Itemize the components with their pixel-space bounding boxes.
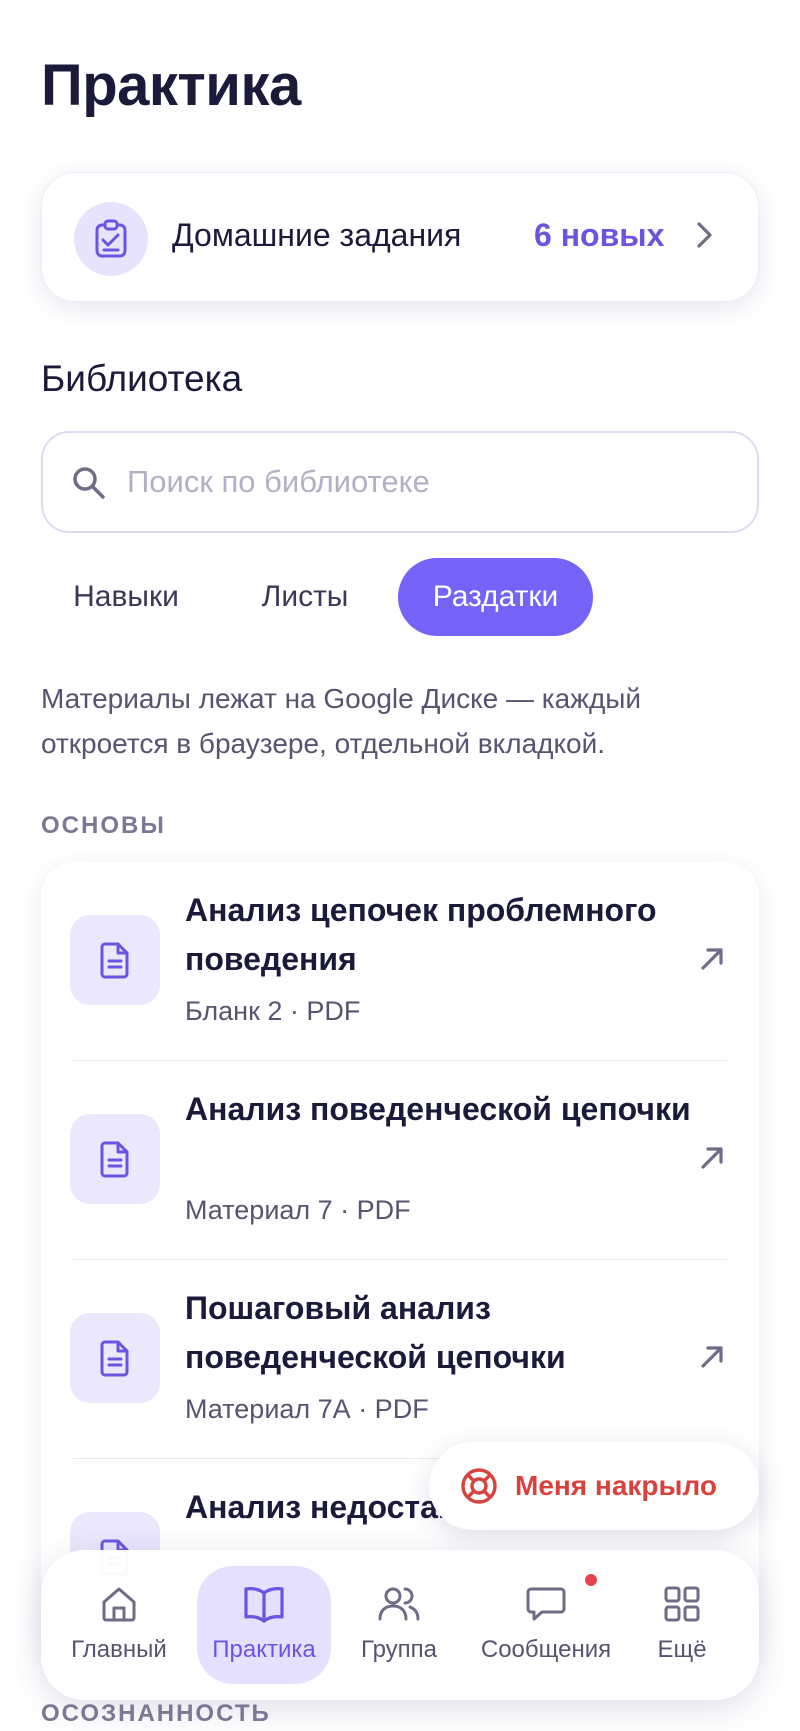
handouts-list: Анализ цепочек проблемного поведения Бла…	[41, 862, 759, 1662]
panic-button-label: Меня накрыло	[515, 1470, 717, 1501]
library-search	[41, 431, 759, 533]
external-link-icon	[699, 1145, 725, 1176]
document-icon	[70, 1313, 160, 1403]
chat-icon	[525, 1574, 597, 1628]
item-title: Пошаговый анализ поведенческой цепочки	[185, 1290, 566, 1375]
homework-card[interactable]: Домашние задания 6 новых	[41, 172, 759, 302]
nav-label: Ещё	[657, 1636, 707, 1663]
tab-skills[interactable]: Навыки	[41, 558, 211, 636]
homework-label: Домашние задания	[172, 217, 462, 253]
home-icon	[99, 1580, 139, 1628]
nav-label: Сообщения	[480, 1636, 612, 1663]
clipboard-check-icon	[74, 202, 148, 276]
users-icon	[377, 1580, 421, 1628]
book-icon	[242, 1580, 286, 1628]
bottom-nav: Главный Практика Группа Сообщения Ещё	[41, 1550, 759, 1700]
panic-button[interactable]: Меня накрыло	[429, 1442, 759, 1530]
nav-label: Главный	[71, 1636, 167, 1663]
nav-item-messages[interactable]: Сообщения	[466, 1566, 626, 1684]
library-title: Библиотека	[41, 358, 243, 399]
item-title: Анализ цепочек проблемного поведения	[185, 892, 657, 977]
item-title: Анализ поведенческой цепочки	[185, 1091, 691, 1127]
nav-item-group[interactable]: Группа	[332, 1566, 466, 1684]
nav-label: Группа	[360, 1636, 438, 1663]
external-link-icon	[699, 1344, 725, 1375]
document-icon	[70, 1114, 160, 1204]
section-label-mindfulness: ОСОЗНАННОСТЬ	[41, 1700, 271, 1727]
chevron-right-icon	[694, 219, 714, 256]
item-meta: Материал 7 · PDF	[185, 1195, 411, 1225]
list-item[interactable]: Пошаговый анализ поведенческой цепочки М…	[41, 1260, 759, 1459]
external-link-icon	[699, 946, 725, 977]
list-item[interactable]: Анализ цепочек проблемного поведения Бла…	[41, 862, 759, 1061]
grid-icon	[662, 1580, 702, 1628]
nav-item-home[interactable]: Главный	[52, 1566, 186, 1684]
lifebuoy-icon	[459, 1466, 499, 1506]
homework-new-count: 6 новых	[534, 217, 665, 253]
notification-dot	[585, 1574, 597, 1586]
page-title: Практика	[41, 53, 301, 118]
tab-handouts[interactable]: Раздатки	[398, 558, 593, 636]
nav-item-practice[interactable]: Практика	[197, 1566, 331, 1684]
nav-item-more[interactable]: Ещё	[615, 1566, 749, 1684]
search-icon	[71, 465, 107, 506]
item-meta: Материал 7А · PDF	[185, 1394, 429, 1424]
library-info-text: Материалы лежат на Google Диске — каждый…	[41, 683, 642, 759]
nav-label: Практика	[212, 1636, 316, 1663]
section-label-basics: ОСНОВЫ	[41, 812, 166, 839]
tab-sheets[interactable]: Листы	[226, 558, 384, 636]
item-meta: Бланк 2 · PDF	[185, 996, 361, 1026]
document-icon	[70, 915, 160, 1005]
search-input[interactable]	[127, 459, 727, 505]
list-item[interactable]: Анализ поведенческой цепочки Материал 7 …	[41, 1061, 759, 1260]
